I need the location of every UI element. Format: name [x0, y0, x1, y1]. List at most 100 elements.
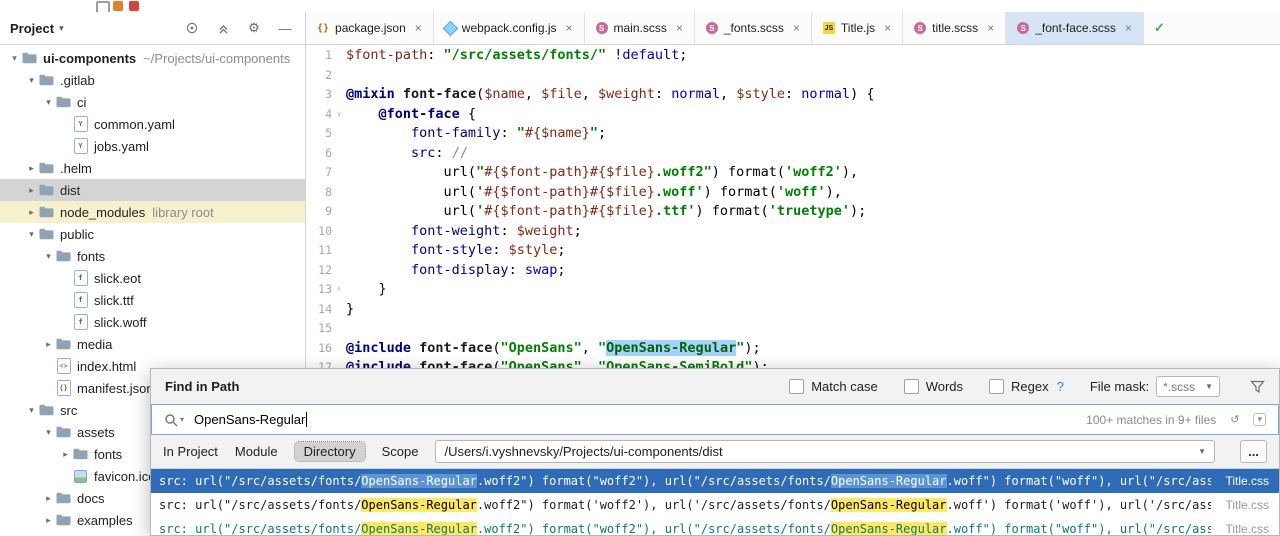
toolbar-red-icon[interactable] — [129, 1, 139, 11]
search-history-arrow-icon[interactable]: ▾ — [180, 415, 184, 424]
expand-arrow-icon[interactable]: ▸ — [42, 493, 55, 504]
code-line: 16 @include font-face("OpenSans", "OpenSa… — [306, 339, 1280, 359]
tree-item-jobs-yaml[interactable]: Yjobs.yaml — [0, 135, 305, 157]
close-tab-icon[interactable]: × — [884, 21, 891, 35]
search-query-text: OpenSans-Regular — [194, 412, 306, 427]
scope-scope[interactable]: Scope — [382, 444, 419, 459]
inspections-ok-icon[interactable]: ✓ — [1154, 20, 1165, 36]
tab-label: webpack.config.js — [461, 21, 557, 35]
tree-item-common-yaml[interactable]: Ycommon.yaml — [0, 113, 305, 135]
browse-directory-button[interactable]: ... — [1240, 440, 1267, 463]
close-tab-icon[interactable]: × — [566, 21, 573, 35]
tree-item-label: fonts — [94, 446, 123, 462]
close-tab-icon[interactable]: × — [676, 21, 683, 35]
close-tab-icon[interactable]: × — [415, 21, 422, 35]
tree-item-slick-ttf[interactable]: f slick.ttf — [0, 289, 305, 311]
file-mask-combo[interactable]: *.scss ▼ — [1156, 376, 1220, 397]
expand-arrow-icon[interactable]: ▸ — [59, 449, 72, 460]
line-number: 5 — [325, 126, 332, 140]
tree-item-label: ci — [77, 94, 87, 110]
tree-item-ui-components[interactable]: ▾ ui-components ~/Projects/ui-components — [0, 47, 305, 69]
tree-item--gitlab[interactable]: ▾ .gitlab — [0, 69, 305, 91]
project-panel-title[interactable]: Project — [10, 21, 54, 36]
tree-item-slick-woff[interactable]: f slick.woff — [0, 311, 305, 333]
hide-panel-icon[interactable]: — — [277, 20, 293, 36]
tab-title-scss[interactable]: Stitle.scss × — [903, 12, 1007, 44]
expand-arrow-icon[interactable]: ▸ — [25, 185, 38, 196]
match-case-label: Match case — [811, 379, 878, 394]
tab--fonts-scss[interactable]: S _fonts.scss × — [695, 12, 812, 44]
tab-webpack-config-js[interactable]: webpack.config.js × — [434, 12, 585, 44]
regex-option[interactable]: Regex ? — [989, 379, 1064, 394]
fold-marker-icon[interactable]: ∨ — [332, 105, 346, 125]
words-option[interactable]: Words — [903, 379, 963, 394]
result-row[interactable]: src: url("/src/assets/fonts/OpenSans-Reg… — [151, 517, 1279, 535]
result-row[interactable]: src: url("/src/assets/fonts/OpenSans-Reg… — [151, 493, 1279, 517]
code-line: 15 — [306, 319, 1280, 339]
match-case-option[interactable]: Match case — [789, 379, 878, 394]
match-case-checkbox[interactable] — [789, 379, 805, 394]
search-field[interactable]: ▾ OpenSans-Regular 100+ matches in 9+ fi… — [151, 404, 1279, 435]
collapse-arrow-icon[interactable]: ▾ — [42, 251, 55, 262]
expand-arrow-icon[interactable]: ▸ — [42, 339, 55, 350]
tab-main-scss[interactable]: Smain.scss × — [585, 12, 695, 44]
words-checkbox[interactable] — [903, 379, 919, 394]
project-view-dropdown-icon[interactable]: ▾ — [59, 23, 64, 34]
close-tab-icon[interactable]: × — [1125, 21, 1132, 35]
filter-funnel-icon[interactable] — [1250, 380, 1265, 394]
collapse-arrow-icon[interactable]: ▾ — [25, 405, 38, 416]
regex-checkbox[interactable] — [989, 379, 1005, 394]
expand-arrow-icon[interactable]: ▸ — [42, 515, 55, 526]
tree-item-dist[interactable]: ▸ dist — [0, 179, 305, 201]
settings-gear-icon[interactable]: ⚙ — [246, 20, 262, 36]
scope-in-project[interactable]: In Project — [163, 444, 218, 459]
tree-item-label: manifest.json — [77, 380, 154, 396]
collapse-arrow-icon[interactable]: ▾ — [42, 427, 55, 438]
fold-marker-icon[interactable]: ∧ — [332, 280, 346, 300]
chevron-down-icon: ▼ — [1198, 447, 1206, 456]
collapse-all-icon[interactable] — [215, 20, 231, 36]
code-line: 10 font-weight: $weight; — [306, 222, 1280, 242]
scope-directory[interactable]: Directory — [293, 441, 366, 462]
tree-item-fonts[interactable]: ▾ fonts — [0, 245, 305, 267]
webpack-icon — [442, 20, 459, 36]
collapse-arrow-icon[interactable]: ▾ — [25, 229, 38, 240]
collapse-arrow-icon[interactable]: ▾ — [25, 75, 38, 86]
sass-icon: S — [705, 22, 718, 34]
search-icon[interactable]: ▾ — [164, 413, 184, 427]
tree-item-media[interactable]: ▸ media — [0, 333, 305, 355]
close-tab-icon[interactable]: × — [987, 21, 994, 35]
code-text: url('#{$font-path}#{$file}.woff') format… — [443, 183, 842, 200]
tab-package-json[interactable]: {} package.json × — [306, 12, 434, 44]
tree-item-node-modules[interactable]: ▸ node_modules library root — [0, 201, 305, 223]
locate-file-icon[interactable] — [184, 20, 200, 36]
scope-module[interactable]: Module — [235, 444, 278, 459]
expand-arrow-icon[interactable]: ▸ — [25, 163, 38, 174]
expand-arrow-icon[interactable]: ▸ — [25, 207, 38, 218]
selected-text: OpenSans-Regular — [606, 339, 737, 356]
line-number: 10 — [318, 223, 332, 238]
tree-item-slick-eot[interactable]: f slick.eot — [0, 267, 305, 289]
search-refresh-icon[interactable]: ↺ — [1230, 413, 1239, 426]
directory-path-combo[interactable]: /Users/i.vyshnevsky/Projects/ui-componen… — [435, 440, 1215, 463]
tab-label: _fonts.scss — [723, 21, 784, 35]
result-row[interactable]: src: url("/src/assets/fonts/OpenSans-Reg… — [151, 469, 1279, 493]
project-panel-header: Project ▾ ⚙ — — [0, 12, 305, 45]
file-mask-option[interactable]: File mask: *.scss ▼ — [1090, 376, 1220, 397]
tree-item-ci[interactable]: ▾ ci — [0, 91, 305, 113]
folder-icon — [38, 228, 55, 240]
open-in-find-window-icon[interactable]: ▾ — [1253, 413, 1266, 426]
tab-title-js[interactable]: JS Title.js × — [812, 12, 904, 44]
close-tab-icon[interactable]: × — [793, 21, 800, 35]
collapse-arrow-icon[interactable]: ▾ — [8, 53, 21, 64]
tree-item-label: slick.woff — [94, 314, 147, 330]
tree-item--helm[interactable]: ▸ .helm — [0, 157, 305, 179]
tree-item-public[interactable]: ▾ public — [0, 223, 305, 245]
line-number: 7 — [325, 165, 332, 179]
toolbar-orange-icon[interactable] — [113, 1, 123, 11]
collapse-arrow-icon[interactable]: ▾ — [42, 97, 55, 108]
regex-help-link[interactable]: ? — [1057, 379, 1064, 394]
tab--font-face-scss[interactable]: S _font-face.scss × — [1006, 12, 1144, 44]
